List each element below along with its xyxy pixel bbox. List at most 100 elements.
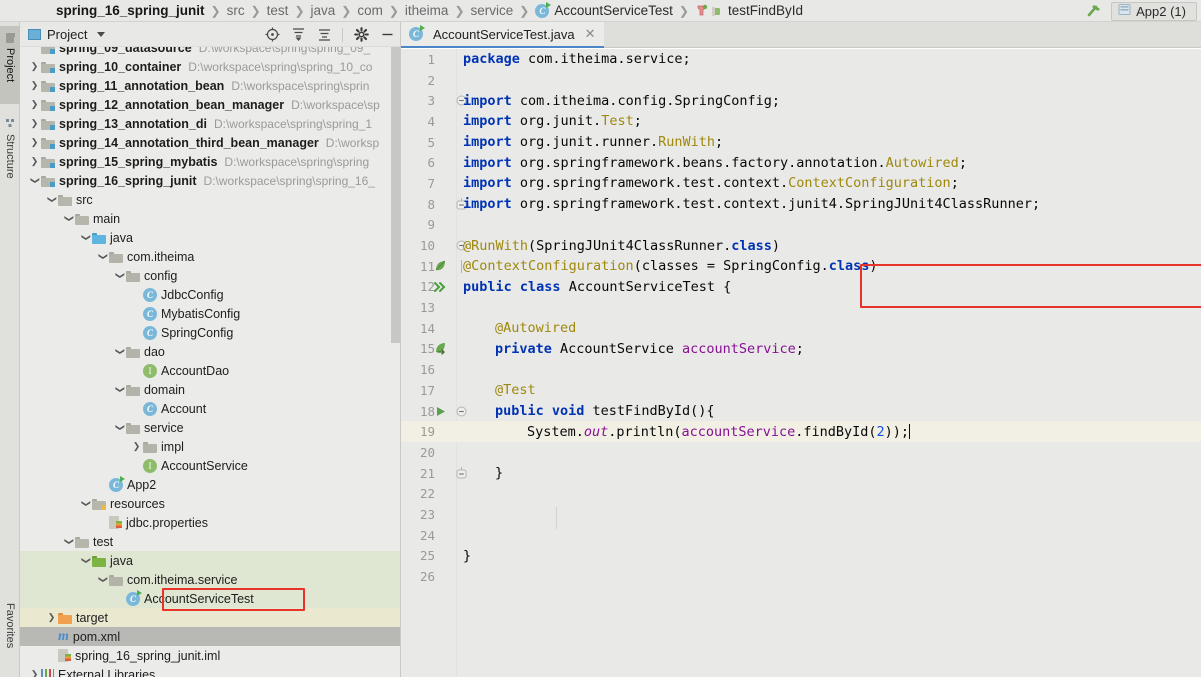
chevron-right-icon[interactable]: ❯	[28, 665, 41, 677]
breadcrumb-item-java[interactable]: java	[311, 3, 336, 18]
code-line-9[interactable]: 9	[401, 215, 1201, 236]
chevron-down-icon[interactable]: ❯	[62, 532, 75, 551]
chevron-down-icon[interactable]: ❯	[113, 266, 126, 285]
breadcrumb-item-com[interactable]: com	[357, 3, 383, 18]
chevron-down-icon[interactable]: ❯	[96, 247, 109, 266]
code-line-19[interactable]: 19 System. out .println(accountService .find…	[401, 421, 1201, 443]
chevron-right-icon[interactable]: ❯	[28, 114, 41, 133]
implemented-icon[interactable]	[429, 277, 451, 298]
code-folding-marker[interactable]	[454, 401, 468, 422]
breadcrumb-project[interactable]: spring_16_spring_junit	[56, 3, 205, 18]
tree-node-accountdao[interactable]: I AccountDao	[20, 361, 400, 380]
chevron-right-icon[interactable]: ❯	[130, 437, 143, 456]
close-icon[interactable]: ✕	[585, 26, 596, 42]
chevron-down-icon[interactable]: ❯	[96, 570, 109, 589]
tree-node-spring-15-spring-mybatis[interactable]: ❯ spring_15_spring_mybatis D:\workspace\sp…	[20, 152, 400, 171]
code-line-5[interactable]: 5 import org.junit.runner. RunWith;	[401, 132, 1201, 153]
tree-node-app2[interactable]: C App2	[20, 475, 400, 494]
code-line-2[interactable]: 2	[401, 70, 1201, 91]
code-line-20[interactable]: 20	[401, 442, 1201, 463]
chevron-down-icon[interactable]: ❯	[79, 494, 92, 513]
code-line-18[interactable]: 18 public void testFindById(){	[401, 401, 1201, 422]
run-test-icon[interactable]	[429, 401, 451, 422]
sidebar-tab-structure[interactable]: Structure	[0, 112, 20, 202]
tree-node-main[interactable]: ❯ main	[20, 209, 400, 228]
tree-node-springconfig[interactable]: C SpringConfig	[20, 323, 400, 342]
code-line-3[interactable]: 3 import com.itheima.config. SpringConfig;	[401, 90, 1201, 111]
code-line-12[interactable]: 12 public class AccountServiceTest {	[401, 277, 1201, 298]
chevron-down-icon[interactable]: ❯	[113, 342, 126, 361]
project-view-selector[interactable]: Project	[28, 27, 106, 42]
tree-node-spring-10-container[interactable]: ❯ spring_10_container D:\workspace\spring\…	[20, 57, 400, 76]
tree-node-src[interactable]: ❯ src	[20, 190, 400, 209]
tree-node-config[interactable]: ❯ config	[20, 266, 400, 285]
chevron-down-icon[interactable]: ❯	[113, 380, 126, 399]
code-line-15[interactable]: 15 private AccountService accountService;	[401, 339, 1201, 360]
tree-node-resources[interactable]: ❯ resources	[20, 494, 400, 513]
tree-node-com-itheima-service[interactable]: ❯ com.itheima.service	[20, 570, 400, 589]
tree-node-impl[interactable]: ❯ impl	[20, 437, 400, 456]
tree-node-external-libraries[interactable]: ❯ External Libraries	[20, 665, 400, 677]
code-line-10[interactable]: 10 @RunWith (SpringJUnit4ClassRunner. class…	[401, 235, 1201, 256]
tree-node-accountservice[interactable]: I AccountService	[20, 456, 400, 475]
chevron-down-icon[interactable]: ❯	[62, 209, 75, 228]
tree-node-domain[interactable]: ❯ domain	[20, 380, 400, 399]
tree-node-dao[interactable]: ❯ dao	[20, 342, 400, 361]
tree-node-jdbc-properties[interactable]: jdbc.properties	[20, 513, 400, 532]
chevron-right-icon[interactable]: ❯	[28, 57, 41, 76]
breadcrumb-method[interactable]: testFindById	[728, 3, 803, 18]
code-line-6[interactable]: 6 import org.springframework.beans.factor…	[401, 152, 1201, 173]
tree-node-spring-12-annotation-bean-manager[interactable]: ❯ spring_12_annotation_bean_manager D:\wor…	[20, 95, 400, 114]
code-line-13[interactable]: 13	[401, 297, 1201, 318]
editor-tab-accountservicetest[interactable]: C AccountServiceTest.java ✕	[401, 22, 604, 48]
tree-node-spring-16-spring-junit-iml[interactable]: spring_16_spring_junit.iml	[20, 646, 400, 665]
tree-node-target[interactable]: ❯ target	[20, 608, 400, 627]
code-line-7[interactable]: 7 import org.springframework.test.context…	[401, 173, 1201, 194]
tree-node-test[interactable]: ❯ test	[20, 532, 400, 551]
code-line-14[interactable]: 14 @Autowired	[401, 318, 1201, 339]
run-configuration-selector[interactable]: App2 (1)	[1111, 1, 1197, 21]
project-tree-scrollbar[interactable]	[391, 47, 400, 343]
hammer-icon[interactable]	[1085, 3, 1103, 19]
code-line-1[interactable]: 1 package com.itheima.service;	[401, 49, 1201, 70]
tree-node-pom-xml[interactable]: m pom.xml	[20, 627, 400, 646]
code-line-24[interactable]: 24	[401, 525, 1201, 546]
code-line-25[interactable]: 25}	[401, 546, 1201, 567]
chevron-down-icon[interactable]	[97, 31, 106, 37]
minimize-icon[interactable]	[379, 27, 395, 43]
sidebar-tab-favorites[interactable]: Favorites	[0, 597, 20, 673]
tree-node-java[interactable]: ❯ java	[20, 228, 400, 247]
code-editor[interactable]: 1 package com.itheima.service; 2 3 import co…	[401, 49, 1201, 677]
tree-node-accountservicetest[interactable]: C AccountServiceTest	[20, 589, 400, 608]
code-line-21[interactable]: 21}	[401, 463, 1201, 484]
breadcrumb-item-itheima[interactable]: itheima	[405, 3, 449, 18]
locate-icon[interactable]	[264, 27, 280, 43]
tree-node-com-itheima[interactable]: ❯ com.itheima	[20, 247, 400, 266]
code-line-26[interactable]: 26	[401, 566, 1201, 587]
collapse-all-icon[interactable]	[316, 27, 332, 43]
project-tree[interactable]: spring_09_datasource D:\workspace\spring\…	[20, 47, 400, 677]
code-line-22[interactable]: 22	[401, 483, 1201, 504]
chevron-right-icon[interactable]: ❯	[28, 76, 41, 95]
chevron-right-icon[interactable]: ❯	[45, 608, 58, 627]
tree-node-spring-13-annotation-di[interactable]: ❯ spring_13_annotation_di D:\workspace\spr…	[20, 114, 400, 133]
breadcrumb-item-service[interactable]: service	[471, 3, 514, 18]
autowired-bean-icon[interactable]	[429, 339, 451, 360]
chevron-right-icon[interactable]: ❯	[28, 152, 41, 171]
code-line-4[interactable]: 4 import org.junit. Test;	[401, 111, 1201, 132]
breadcrumb-class[interactable]: AccountServiceTest	[554, 3, 673, 18]
tree-node-spring-16-spring-junit[interactable]: ❯ spring_16_spring_junit D:\workspace\spri…	[20, 171, 400, 190]
code-line-23[interactable]: 23	[401, 504, 1201, 525]
chevron-down-icon[interactable]: ❯	[79, 228, 92, 247]
chevron-right-icon[interactable]: ❯	[28, 95, 41, 114]
code-line-11[interactable]: 11 @ContextConfiguration (classes = Spring…	[401, 256, 1201, 277]
chevron-down-icon[interactable]: ❯	[113, 418, 126, 437]
sidebar-tab-project[interactable]: Project	[0, 26, 20, 104]
breadcrumb-item-test[interactable]: test	[267, 3, 289, 18]
tree-node-mybatisconfig[interactable]: C MybatisConfig	[20, 304, 400, 323]
chevron-down-icon[interactable]: ❯	[79, 551, 92, 570]
spring-bean-icon[interactable]	[429, 256, 451, 277]
code-folding-marker[interactable]	[454, 463, 468, 484]
tree-node-spring-11-annotation-bean[interactable]: ❯ spring_11_annotation_bean D:\workspace\s…	[20, 76, 400, 95]
tree-node-spring-09-datasource[interactable]: spring_09_datasource D:\workspace\spring\…	[20, 47, 400, 57]
